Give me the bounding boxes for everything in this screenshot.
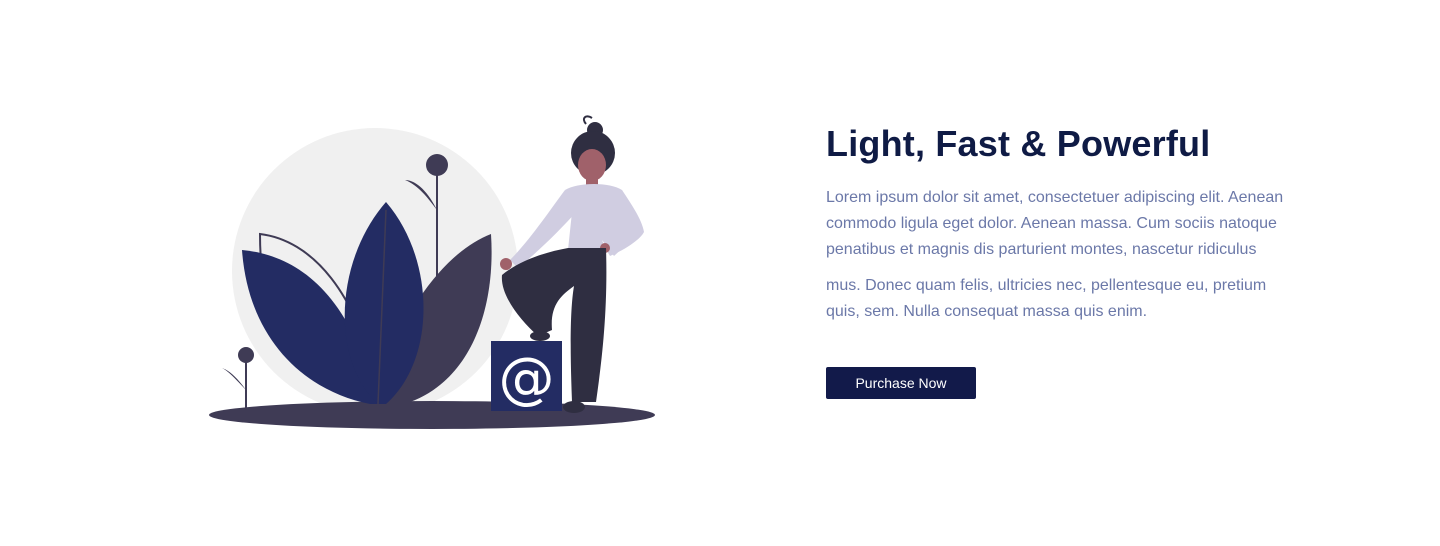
ground-shadow — [209, 401, 655, 429]
feature-description-continued: mus. Donec quam felis, ultricies nec, pe… — [826, 277, 1267, 320]
feature-section: @ Light, Fast & Powerful Lorem ipsum dol… — [0, 0, 1440, 546]
feature-content: Light, Fast & Powerful Lorem ipsum dolor… — [826, 122, 1286, 399]
illustration-svg: @ — [209, 115, 655, 429]
at-sign-box-icon: @ — [491, 341, 562, 411]
feature-description: Lorem ipsum dolor sit amet, consectetuer… — [826, 189, 1284, 258]
feature-title: Light, Fast & Powerful — [826, 123, 1211, 164]
small-plant-icon — [222, 347, 254, 409]
purchase-now-button[interactable]: Purchase Now — [826, 367, 976, 399]
at-symbol: @ — [499, 346, 555, 411]
hero-illustration: @ — [200, 110, 670, 440]
